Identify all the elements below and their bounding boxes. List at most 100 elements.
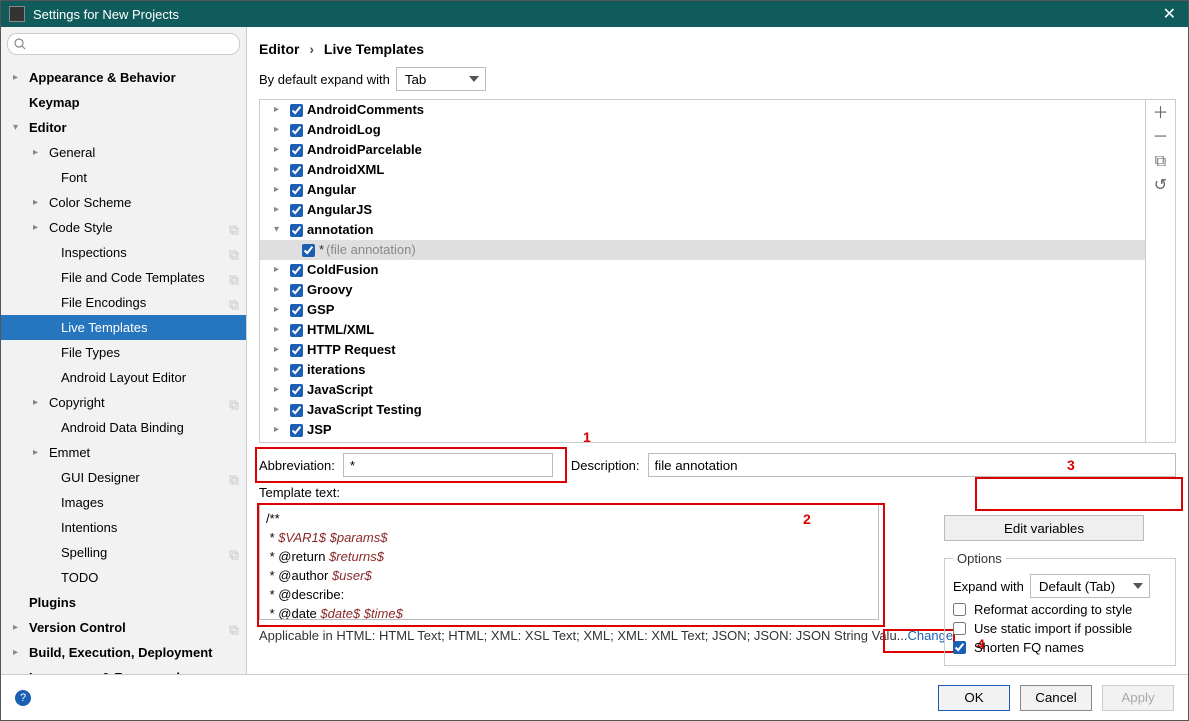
description-input[interactable] bbox=[648, 453, 1176, 477]
template-group[interactable]: AngularJS bbox=[260, 200, 1145, 220]
group-checkbox[interactable] bbox=[290, 284, 303, 297]
group-checkbox[interactable] bbox=[290, 224, 303, 237]
template-text-area[interactable]: /** * $VAR1$ $params$ * @return $returns… bbox=[259, 504, 879, 620]
sidebar-item-label: Copyright bbox=[49, 393, 228, 412]
sidebar-item[interactable]: Color Scheme bbox=[1, 190, 246, 215]
settings-tree[interactable]: Appearance & BehaviorKeymap Editor General… bbox=[1, 61, 246, 674]
static-import-checkbox[interactable] bbox=[953, 622, 966, 635]
sidebar-item-label: Editor bbox=[29, 118, 240, 137]
template-group[interactable]: AndroidXML bbox=[260, 160, 1145, 180]
sidebar-item[interactable]: Android Layout Editor bbox=[1, 365, 246, 390]
restore-icon[interactable]: ↺ bbox=[1154, 178, 1167, 194]
template-group[interactable]: JSP bbox=[260, 420, 1145, 440]
template-group[interactable]: HTML/XML bbox=[260, 320, 1145, 340]
remove-icon[interactable]: － bbox=[1152, 130, 1168, 146]
cancel-button[interactable]: Cancel bbox=[1020, 685, 1092, 711]
edit-variables-button[interactable]: Edit variables bbox=[944, 515, 1144, 541]
group-checkbox[interactable] bbox=[290, 304, 303, 317]
sidebar-item[interactable]: Inspections bbox=[1, 240, 246, 265]
group-checkbox[interactable] bbox=[290, 424, 303, 437]
shorten-label: Shorten FQ names bbox=[974, 640, 1084, 655]
copy-icon[interactable]: ⧉ bbox=[1155, 154, 1166, 170]
sidebar-item[interactable]: GUI Designer bbox=[1, 465, 246, 490]
group-checkbox[interactable] bbox=[290, 344, 303, 357]
footer: ? OK Cancel Apply bbox=[1, 674, 1188, 720]
group-checkbox[interactable] bbox=[290, 264, 303, 277]
sidebar-item[interactable]: Intentions bbox=[1, 515, 246, 540]
chevron-right-icon: › bbox=[309, 41, 314, 57]
template-group[interactable]: HTTP Request bbox=[260, 340, 1145, 360]
template-group[interactable]: Groovy bbox=[260, 280, 1145, 300]
template-group[interactable]: ColdFusion bbox=[260, 260, 1145, 280]
template-group[interactable]: AndroidComments bbox=[260, 100, 1145, 120]
template-checkbox[interactable] bbox=[302, 244, 315, 257]
template-name: * bbox=[319, 241, 324, 259]
template-group[interactable]: GSP bbox=[260, 300, 1145, 320]
group-checkbox[interactable] bbox=[290, 404, 303, 417]
sidebar-item[interactable]: Images bbox=[1, 490, 246, 515]
group-name: HTTP Request bbox=[307, 341, 396, 359]
group-name: GSP bbox=[307, 301, 334, 319]
sidebar-item[interactable]: Code Style bbox=[1, 215, 246, 240]
template-group[interactable]: iterations bbox=[260, 360, 1145, 380]
search-input[interactable] bbox=[7, 33, 240, 55]
group-checkbox[interactable] bbox=[290, 204, 303, 217]
group-checkbox[interactable] bbox=[290, 364, 303, 377]
ok-button[interactable]: OK bbox=[938, 685, 1010, 711]
template-group[interactable]: annotation bbox=[260, 220, 1145, 240]
sidebar-item[interactable]: File and Code Templates bbox=[1, 265, 246, 290]
template-item[interactable]: * (file annotation) bbox=[260, 240, 1145, 260]
group-checkbox[interactable] bbox=[290, 144, 303, 157]
sidebar-item-label: File and Code Templates bbox=[61, 268, 228, 287]
template-text-label: Template text: bbox=[259, 485, 1176, 500]
template-group[interactable]: JavaScript Testing bbox=[260, 400, 1145, 420]
sidebar-item[interactable]: Appearance & Behavior bbox=[1, 65, 246, 90]
sidebar-item[interactable]: Version Control bbox=[1, 615, 246, 640]
group-checkbox[interactable] bbox=[290, 384, 303, 397]
sidebar-item-label: Images bbox=[61, 493, 240, 512]
sidebar-item[interactable]: Editor bbox=[1, 115, 246, 140]
sidebar-item[interactable]: Emmet bbox=[1, 440, 246, 465]
apply-button[interactable]: Apply bbox=[1102, 685, 1174, 711]
abbreviation-input[interactable] bbox=[343, 453, 553, 477]
shorten-checkbox[interactable] bbox=[953, 641, 966, 654]
group-checkbox[interactable] bbox=[290, 124, 303, 137]
project-settings-icon bbox=[228, 297, 240, 309]
add-icon[interactable]: ＋ bbox=[1152, 106, 1168, 122]
sidebar-item-label: Spelling bbox=[61, 543, 228, 562]
template-group[interactable]: Angular bbox=[260, 180, 1145, 200]
sidebar-item[interactable]: Keymap bbox=[1, 90, 246, 115]
group-checkbox[interactable] bbox=[290, 104, 303, 117]
sidebar-item-label: Android Data Binding bbox=[61, 418, 240, 437]
expand-with-label: Expand with bbox=[953, 579, 1024, 594]
sidebar-item[interactable]: Plugins bbox=[1, 590, 246, 615]
sidebar-item[interactable]: Font bbox=[1, 165, 246, 190]
sidebar-item-label: File Encodings bbox=[61, 293, 228, 312]
group-checkbox[interactable] bbox=[290, 324, 303, 337]
sidebar-item[interactable]: General bbox=[1, 140, 246, 165]
group-checkbox[interactable] bbox=[290, 184, 303, 197]
reformat-checkbox[interactable] bbox=[953, 603, 966, 616]
templates-list[interactable]: AndroidCommentsAndroidLogAndroidParcelab… bbox=[260, 100, 1145, 442]
sidebar-item[interactable]: Spelling bbox=[1, 540, 246, 565]
close-icon[interactable]: ✕ bbox=[1159, 4, 1180, 24]
expand-with-select[interactable]: Default (Tab) bbox=[1030, 574, 1150, 598]
group-checkbox[interactable] bbox=[290, 164, 303, 177]
help-icon[interactable]: ? bbox=[15, 690, 31, 706]
sidebar-item[interactable]: File Types bbox=[1, 340, 246, 365]
template-group[interactable]: JavaScript bbox=[260, 380, 1145, 400]
sidebar-item[interactable]: File Encodings bbox=[1, 290, 246, 315]
sidebar-item[interactable]: Live Templates bbox=[1, 315, 246, 340]
template-group[interactable]: AndroidParcelable bbox=[260, 140, 1145, 160]
sidebar-item[interactable]: Build, Execution, Deployment bbox=[1, 640, 246, 665]
template-group[interactable]: AndroidLog bbox=[260, 120, 1145, 140]
sidebar-item[interactable]: Copyright bbox=[1, 390, 246, 415]
sidebar-item[interactable]: TODO bbox=[1, 565, 246, 590]
sidebar-item[interactable]: Android Data Binding bbox=[1, 415, 246, 440]
annotation-num-2: 2 bbox=[803, 511, 811, 527]
sidebar-item[interactable]: Languages & Frameworks bbox=[1, 665, 246, 674]
group-name: AndroidXML bbox=[307, 161, 384, 179]
arrow-icon bbox=[274, 401, 286, 419]
sidebar-item-label: Code Style bbox=[49, 218, 228, 237]
expand-select[interactable]: Tab bbox=[396, 67, 486, 91]
